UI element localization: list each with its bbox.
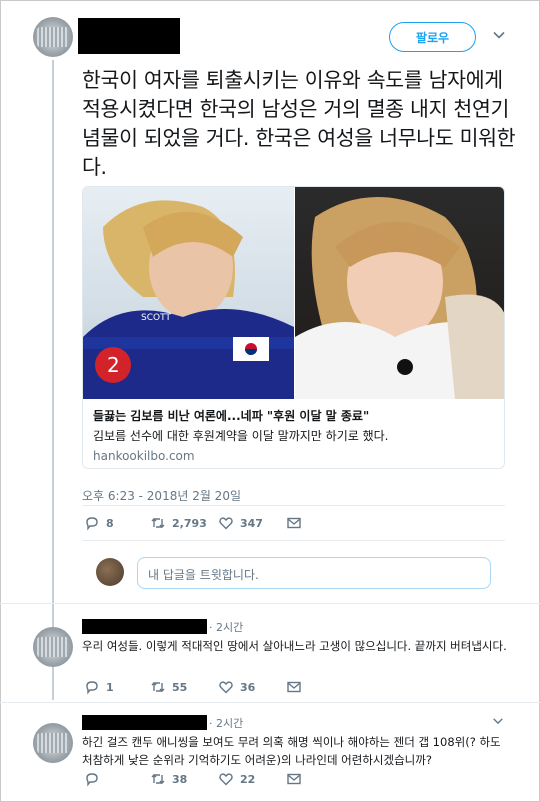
heart-icon bbox=[219, 773, 233, 786]
reply-composer: 내 답글을 트윗합니다. bbox=[82, 548, 505, 596]
envelope-icon bbox=[287, 681, 301, 693]
my-avatar bbox=[96, 558, 124, 586]
link-card[interactable]: 2 SCOTT 들끓는 김보름 비난 여론에...네파 "후원 이달 말 종료"… bbox=[82, 186, 505, 469]
reply-button[interactable]: 8 bbox=[84, 515, 150, 531]
like-count: 36 bbox=[240, 680, 256, 694]
heart-icon bbox=[219, 681, 233, 694]
reply-item[interactable]: · 2시간 우리 여성들. 이렇게 적대적인 땅에서 살아내느라 고생이 많으십… bbox=[0, 607, 540, 702]
tweet-actions: 8 2,793 347 bbox=[84, 515, 302, 531]
envelope-icon bbox=[287, 517, 301, 529]
reply-button[interactable]: 1 bbox=[84, 679, 150, 695]
reply-time[interactable]: · 2시간 bbox=[209, 619, 243, 635]
reply-actions: 1 55 36 bbox=[84, 679, 302, 695]
chevron-down-icon[interactable] bbox=[492, 28, 506, 42]
reply-input[interactable]: 내 답글을 트윗합니다. bbox=[137, 557, 491, 589]
reply-icon bbox=[86, 517, 98, 531]
card-description: 김보름 선수에 대한 후원계약을 이달 말까지만 하기로 했다. bbox=[93, 429, 389, 443]
card-image-right bbox=[295, 187, 504, 399]
retweet-count: 2,793 bbox=[172, 516, 207, 530]
reply-text: 하긴 걸즈 캔두 애니씽을 보여도 무려 의혹 해명 씩이나 해야하는 젠더 갭… bbox=[82, 735, 501, 767]
retweet-icon bbox=[151, 774, 165, 784]
envelope-icon bbox=[287, 773, 301, 785]
reply-actions: 38 22 bbox=[84, 771, 302, 787]
divider bbox=[0, 603, 540, 604]
svg-text:SCOTT: SCOTT bbox=[141, 313, 171, 323]
reply-icon bbox=[86, 773, 98, 787]
reply-author-redacted[interactable] bbox=[82, 715, 207, 730]
reply-icon bbox=[86, 681, 98, 695]
reply-time[interactable]: · 2시간 bbox=[209, 715, 243, 731]
retweet-button[interactable]: 55 bbox=[150, 679, 218, 695]
svg-text:2: 2 bbox=[107, 353, 120, 377]
like-button[interactable]: 347 bbox=[218, 515, 286, 531]
retweet-button[interactable]: 38 bbox=[150, 771, 218, 787]
divider bbox=[82, 540, 505, 541]
like-count: 22 bbox=[240, 772, 256, 786]
heart-icon bbox=[219, 517, 233, 530]
tweet-text: 한국이 여자를 퇴출시키는 이유와 속도를 남자에게 적용시켰다면 한국의 남성… bbox=[82, 68, 516, 179]
thread-line bbox=[52, 60, 54, 700]
like-button[interactable]: 36 bbox=[218, 679, 286, 695]
reply-count: 8 bbox=[106, 516, 114, 530]
reply-avatar[interactable] bbox=[33, 723, 73, 763]
card-domain: hankookilbo.com bbox=[93, 449, 195, 463]
like-button[interactable]: 22 bbox=[218, 771, 286, 787]
retweet-icon bbox=[151, 682, 165, 692]
reply-item[interactable]: · 2시간 하긴 걸즈 캔두 애니씽을 보여도 무려 의혹 해명 씩이나 해야하… bbox=[0, 703, 540, 802]
dm-button[interactable] bbox=[286, 679, 302, 695]
reply-count: 1 bbox=[106, 680, 114, 694]
card-image-left: 2 SCOTT bbox=[83, 187, 294, 399]
dm-button[interactable] bbox=[286, 515, 302, 531]
retweet-button[interactable]: 2,793 bbox=[150, 515, 218, 531]
reply-author-redacted[interactable] bbox=[82, 619, 207, 634]
retweet-icon bbox=[151, 518, 165, 528]
reply-avatar[interactable] bbox=[33, 627, 73, 667]
follow-button[interactable]: 팔로우 bbox=[389, 22, 476, 52]
tweet-timestamp[interactable]: 오후 6:23 - 2018년 2월 20일 bbox=[82, 487, 241, 504]
card-text: 들끓는 김보름 비난 여론에...네파 "후원 이달 말 종료" 김보름 선수에… bbox=[83, 399, 504, 468]
card-title: 들끓는 김보름 비난 여론에...네파 "후원 이달 말 종료" bbox=[93, 409, 370, 423]
dm-button[interactable] bbox=[286, 771, 302, 787]
retweet-count: 38 bbox=[172, 772, 188, 786]
reply-text: 우리 여성들. 이렇게 적대적인 땅에서 살아내느라 고생이 많으십니다. 끝까… bbox=[82, 639, 507, 653]
author-avatar[interactable] bbox=[33, 17, 73, 57]
divider bbox=[82, 505, 505, 506]
reply-button[interactable] bbox=[84, 771, 150, 787]
retweet-count: 55 bbox=[172, 680, 188, 694]
like-count: 347 bbox=[240, 516, 263, 530]
author-name-redacted[interactable] bbox=[78, 18, 180, 54]
chevron-down-icon[interactable] bbox=[492, 715, 504, 727]
